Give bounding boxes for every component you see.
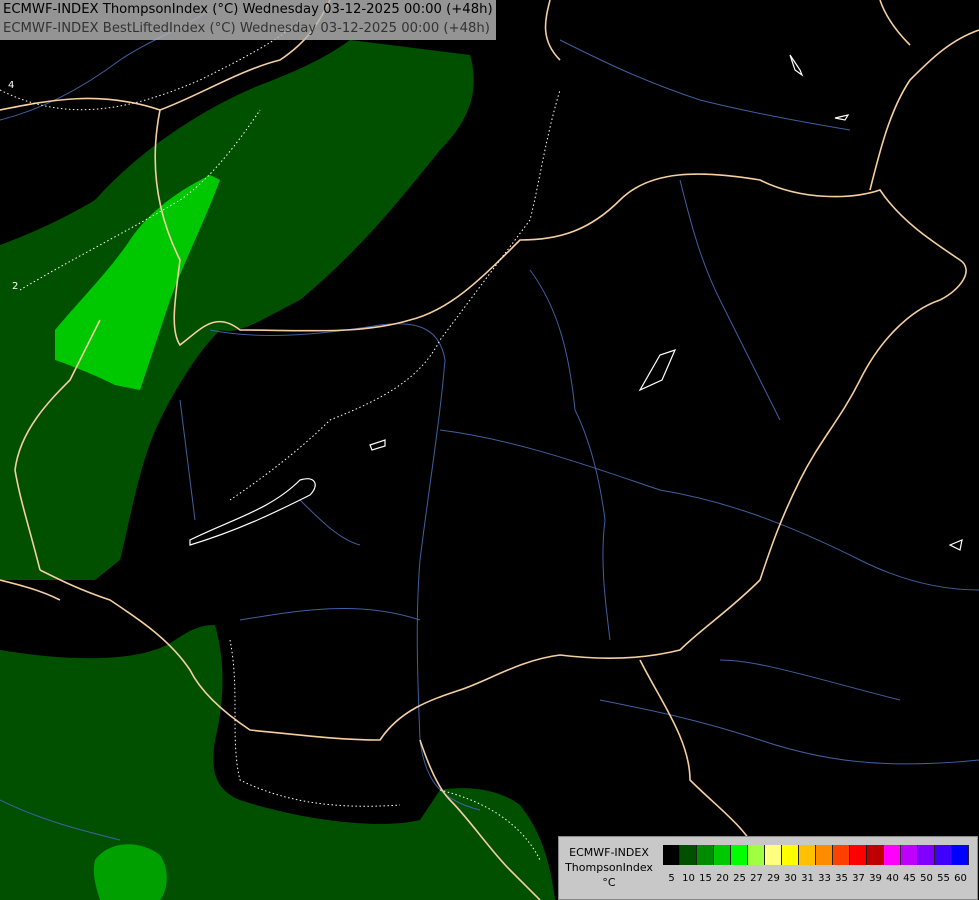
title-best-lifted-index: ECMWF-INDEX BestLiftedIndex (°C) Wednesd… — [3, 21, 490, 36]
legend-swatch — [816, 845, 833, 865]
legend-tick: 20 — [716, 873, 729, 884]
legend-swatch — [731, 845, 748, 865]
contour-label: 2 — [12, 281, 19, 292]
legend-parameter: ThompsonIndex — [565, 861, 653, 874]
legend-tick: 30 — [784, 873, 797, 884]
legend-swatch — [884, 845, 901, 865]
contour-label: 4 — [8, 80, 15, 91]
legend-tick: 15 — [699, 873, 712, 884]
legend-swatch — [714, 845, 731, 865]
weather-map: 4 2 ECMWF-INDEX ThompsonIndex (°C) Wedne… — [0, 0, 979, 900]
legend-swatch — [850, 845, 867, 865]
legend-tick: 33 — [818, 873, 831, 884]
legend-swatch — [782, 845, 799, 865]
legend-swatch — [952, 845, 969, 865]
legend-swatch — [697, 845, 714, 865]
legend-model: ECMWF-INDEX — [569, 846, 649, 859]
legend-label: ECMWF-INDEX ThompsonIndex °C — [561, 845, 657, 890]
color-legend: ECMWF-INDEX ThompsonIndex °C 5 10 15 20 25 27… — [558, 836, 978, 900]
legend-swatch — [867, 845, 884, 865]
legend-swatch — [748, 845, 765, 865]
legend-tick: 55 — [937, 873, 950, 884]
legend-swatch — [663, 845, 680, 865]
legend-tick: 10 — [682, 873, 695, 884]
legend-tick: 25 — [733, 873, 746, 884]
legend-tick: 39 — [869, 873, 882, 884]
legend-swatch — [680, 845, 697, 865]
map-title: ECMWF-INDEX ThompsonIndex (°C) Wednesday… — [0, 0, 496, 40]
index-area-bright-green-south — [93, 844, 167, 900]
legend-tick: 37 — [852, 873, 865, 884]
legend-tick: 31 — [801, 873, 814, 884]
legend-swatch — [833, 845, 850, 865]
legend-tick: 50 — [920, 873, 933, 884]
legend-swatch — [935, 845, 952, 865]
legend-swatch — [901, 845, 918, 865]
title-thompson-index: ECMWF-INDEX ThompsonIndex (°C) Wednesday… — [3, 2, 493, 17]
legend-swatch — [765, 845, 782, 865]
legend-swatch — [799, 845, 816, 865]
legend-tick: 27 — [750, 873, 763, 884]
legend-tick: 5 — [668, 873, 675, 884]
legend-unit: °C — [602, 876, 616, 889]
legend-tick: 35 — [835, 873, 848, 884]
index-area-dark-green-north — [0, 40, 474, 580]
legend-swatches — [663, 845, 969, 865]
legend-ticks: 5 10 15 20 25 27 29 30 31 33 35 37 39 40 45 50 55 60 — [663, 873, 969, 884]
legend-tick: 60 — [954, 873, 967, 884]
map-canvas — [0, 0, 979, 900]
legend-swatch — [918, 845, 935, 865]
legend-tick: 45 — [903, 873, 916, 884]
legend-tick: 29 — [767, 873, 780, 884]
index-area-dark-green-south — [0, 625, 555, 900]
legend-tick: 40 — [886, 873, 899, 884]
